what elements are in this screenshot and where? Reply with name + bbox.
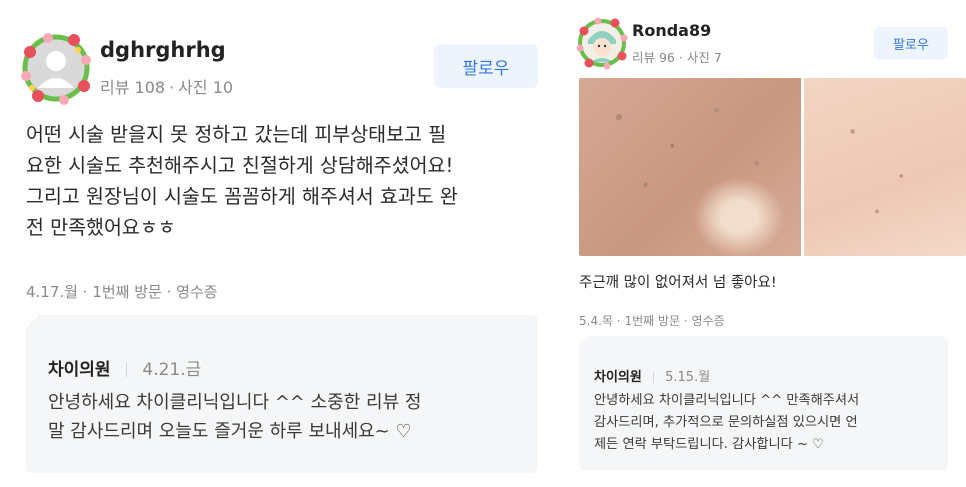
reply-line: 말 감사드리며 오늘도 즐거운 하루 보내세요~ ♡ (48, 421, 412, 442)
review-count: 리뷰 96 (632, 50, 675, 65)
reply-date: 4.21.금 (142, 360, 202, 380)
reply-notch (26, 314, 40, 328)
separator-dot: · (82, 283, 88, 301)
review-line: 전 만족했어요ㅎㅎ (26, 216, 176, 239)
review-line: 주근깨 많이 없어져서 넘 좋아요! (579, 275, 777, 291)
review-count: 리뷰 108 (100, 78, 166, 97)
reply-author: 차이의원 (48, 360, 111, 380)
user-stats: 리뷰 108 · 사진 10 (100, 74, 233, 98)
reply-line: 감사드리며, 추가적으로 문의하실점 있으시면 언 (594, 415, 858, 430)
separator-dot: · (616, 314, 621, 328)
reply-date: 5.15.월 (665, 370, 711, 385)
reply-header: 차이의원 4.21.금 (48, 355, 201, 380)
separator-dot: · (166, 283, 172, 301)
photo-count: 사진 10 (178, 78, 234, 97)
reply-line: 제든 연락 부탁드립니다. 감사합니다 ~ ♡ (594, 437, 825, 452)
review-meta: 5.4.목 · 1번째 방문 · 영수증 (579, 312, 725, 329)
review-photo[interactable] (579, 78, 801, 256)
review-body: 주근깨 많이 없어져서 넘 좋아요! (579, 272, 959, 294)
flower-wreath-default-avatar-icon (21, 33, 91, 105)
review-card-left: dghrghrhg 리뷰 108 · 사진 10 팔로우 어떤 시술 받을지 못 정… (0, 0, 556, 487)
reply-body: 안녕하세요 차이클리닉입니다 ^^ 만족해주셔서 감사드리며, 추가적으로 문의… (594, 390, 939, 456)
separator-dot: · (683, 314, 688, 328)
visit-date: 5.4.목 (579, 314, 613, 328)
reply-divider (125, 363, 127, 377)
separator-dot: · (169, 78, 175, 97)
photo-count: 사진 7 (686, 50, 722, 65)
review-body: 어떤 시술 받을지 못 정하고 갔는데 피부상태보고 필 요한 시술도 추천해주… (26, 119, 546, 243)
user-name[interactable]: Ronda89 (632, 21, 711, 40)
review-line: 어떤 시술 받을지 못 정하고 갔는데 피부상태보고 필 (26, 123, 447, 146)
reply-divider (652, 372, 654, 383)
reply-author: 차이의원 (594, 370, 642, 385)
receipt-badge: 영수증 (691, 314, 725, 328)
review-card-right: Ronda89 리뷰 96 · 사진 7 팔로우 주근깨 많이 없어져서 넘 좋아요… (570, 0, 966, 487)
reply-notch (579, 335, 590, 346)
user-avatar[interactable] (18, 30, 94, 106)
review-photo[interactable] (804, 78, 966, 256)
separator-dot: · (678, 50, 683, 65)
owner-reply: 차이의원 4.21.금 안녕하세요 차이클리닉입니다 ^^ 소중한 리뷰 정 말… (26, 314, 538, 473)
flower-wreath-character-avatar-icon (576, 17, 628, 70)
reply-line: 안녕하세요 차이클리닉입니다 ^^ 소중한 리뷰 정 (48, 392, 422, 413)
review-line: 그리고 원장님이 시술도 꼼꼼하게 해주셔서 효과도 완 (26, 185, 458, 208)
follow-button[interactable]: 팔로우 (874, 27, 948, 60)
user-avatar[interactable] (575, 16, 629, 70)
review-meta: 4.17.월 · 1번째 방문 · 영수증 (26, 281, 218, 302)
user-name[interactable]: dghrghrhg (100, 38, 226, 62)
review-photos[interactable] (579, 78, 966, 256)
follow-button[interactable]: 팔로우 (434, 44, 538, 88)
receipt-badge: 영수증 (176, 283, 218, 301)
user-stats: 리뷰 96 · 사진 7 (632, 47, 722, 66)
reply-body: 안녕하세요 차이클리닉입니다 ^^ 소중한 리뷰 정 말 감사드리며 오늘도 즐… (48, 388, 528, 446)
reply-header: 차이의원 5.15.월 (594, 366, 710, 385)
visit-count: 1번째 방문 (92, 283, 162, 301)
visit-date: 4.17.월 (26, 283, 78, 301)
reply-line: 안녕하세요 차이클리닉입니다 ^^ 만족해주셔서 (594, 393, 860, 408)
visit-count: 1번째 방문 (624, 314, 681, 328)
owner-reply: 차이의원 5.15.월 안녕하세요 차이클리닉입니다 ^^ 만족해주셔서 감사드… (579, 335, 948, 470)
review-line: 요한 시술도 추천해주시고 친절하게 상담해주셨어요! (26, 154, 454, 177)
